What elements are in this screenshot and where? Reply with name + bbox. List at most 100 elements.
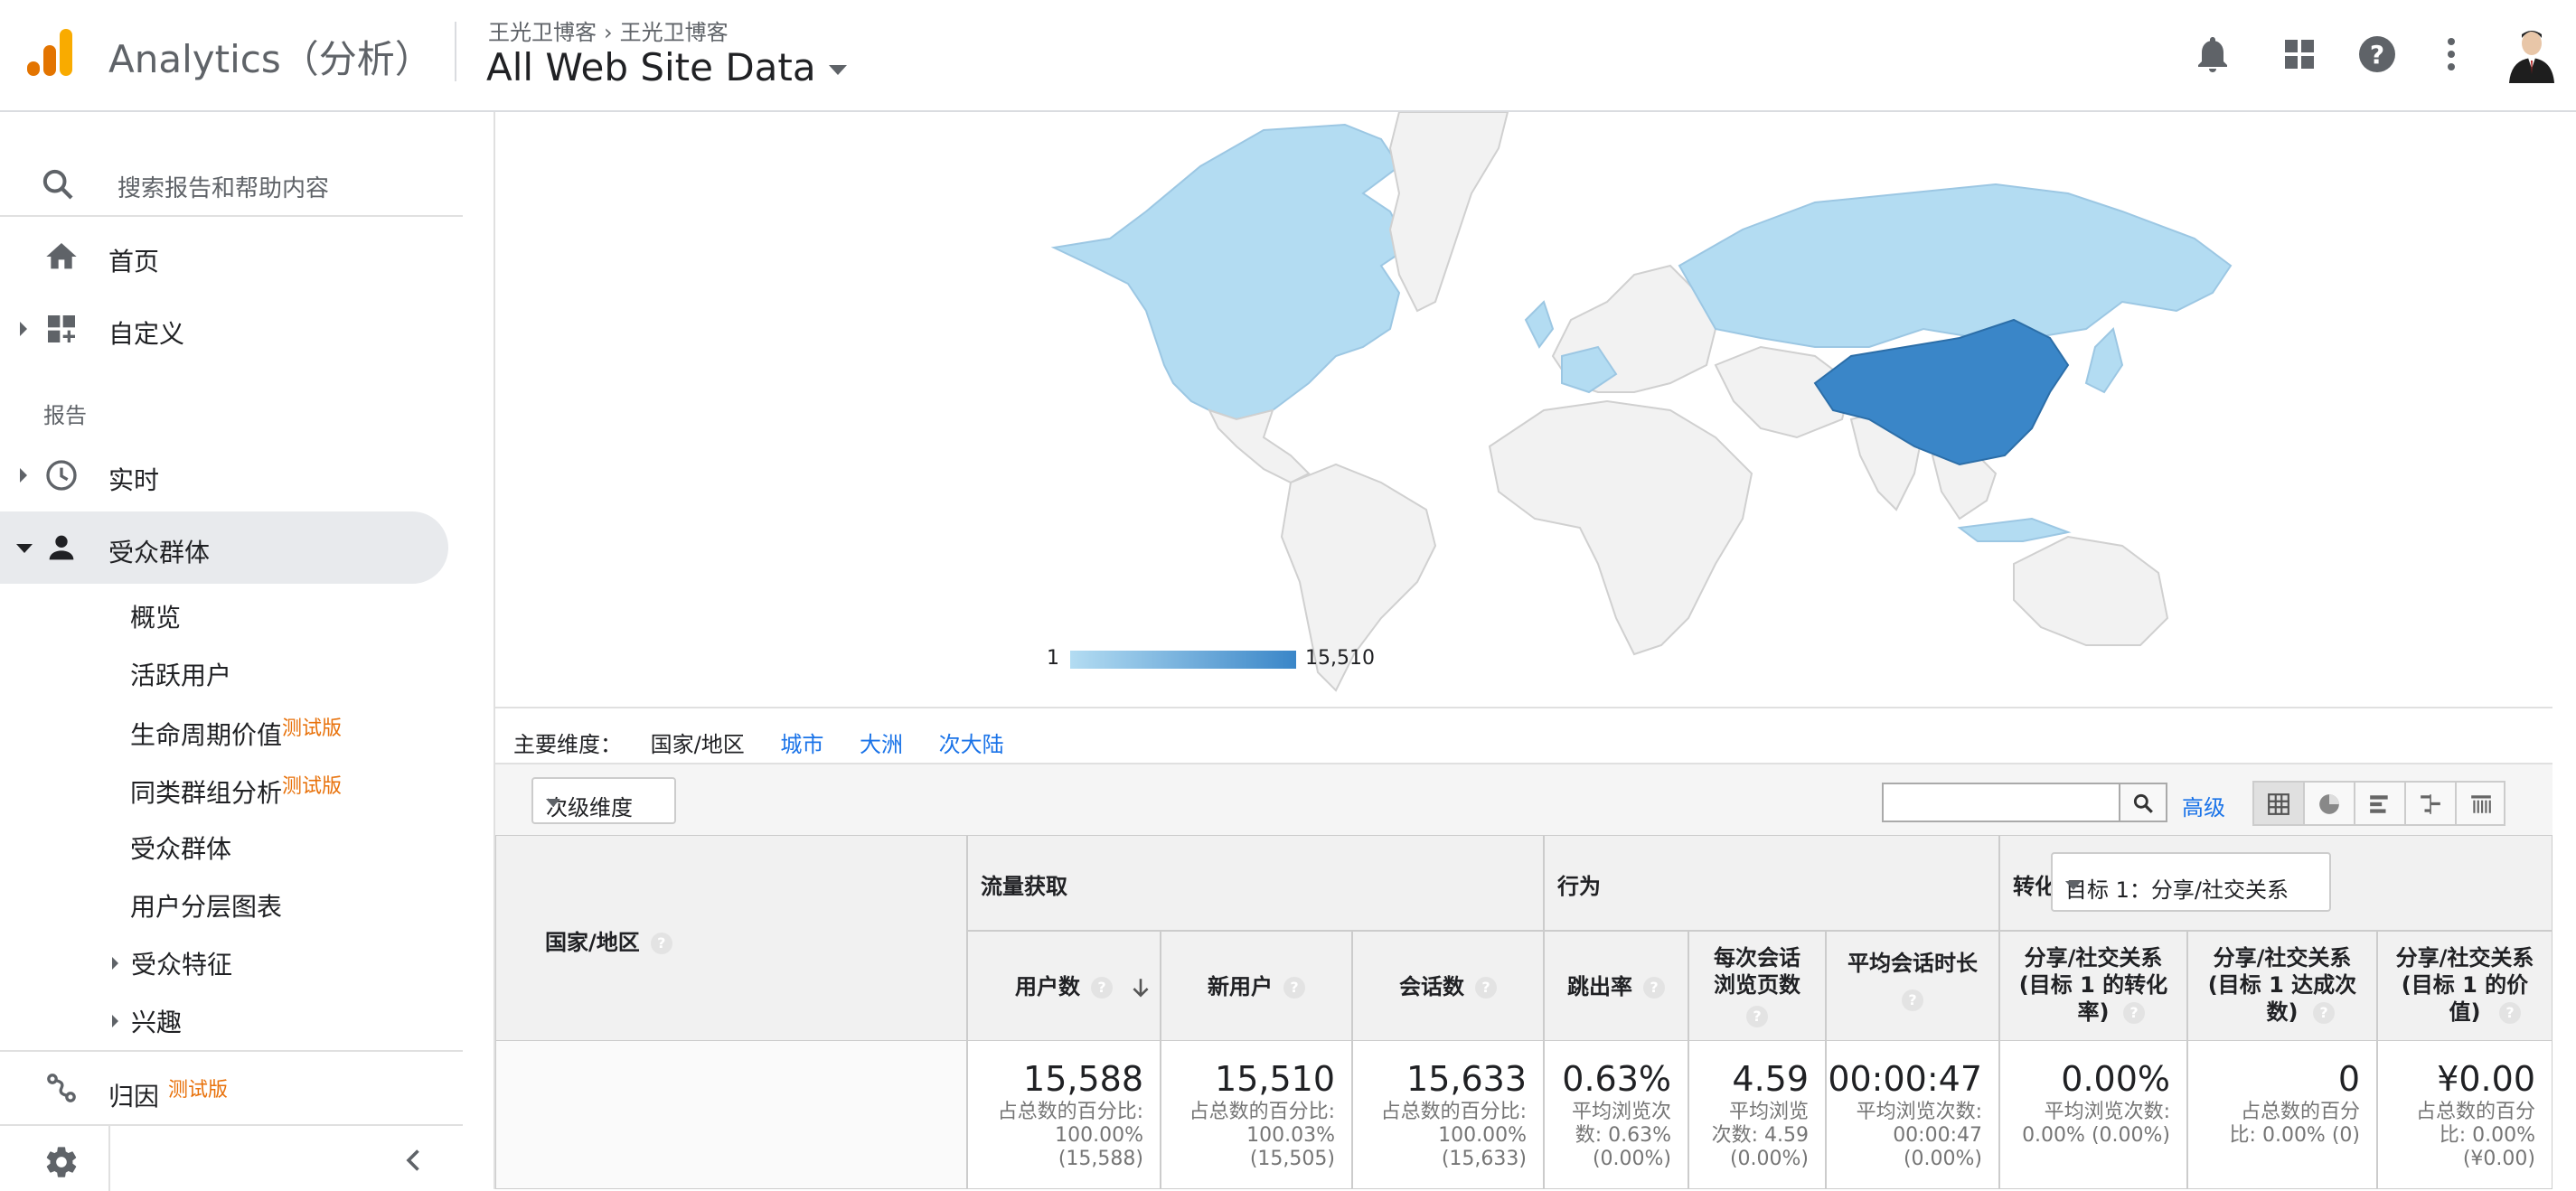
analytics-logo-icon[interactable]: [25, 27, 76, 78]
column-header-label: 国家/地区: [545, 930, 640, 955]
dimension-city[interactable]: 城市: [780, 732, 823, 757]
sort-descending-icon[interactable]: [1129, 975, 1152, 1000]
column-header-goal1-completions[interactable]: 分享/社交关系 (目标 1 达成次 数) ?: [2187, 931, 2377, 1041]
sidebar-subitem-interests[interactable]: 兴趣: [112, 1003, 182, 1039]
user-avatar[interactable]: [2504, 23, 2560, 83]
table-view-button[interactable]: [2252, 781, 2303, 826]
column-header-goal1-conversion-rate[interactable]: 分享/社交关系 (目标 1 的转化 率) ?: [1999, 931, 2187, 1041]
sidebar-subitem-user-explorer[interactable]: 用户分层图表: [130, 887, 282, 924]
map-region-greenland[interactable]: [1388, 112, 1509, 313]
sidebar: 搜索报告和帮助内容 首页 自定义 报告 实时 受众群体 概览 活跃用户 生命周期…: [0, 112, 494, 1191]
comparison-view-button[interactable]: [2404, 781, 2455, 826]
help-icon[interactable]: ?: [1475, 977, 1497, 999]
sidebar-item-attribution[interactable]: 归因 测试版: [0, 1052, 463, 1124]
map-region-australia[interactable]: [2013, 535, 2169, 646]
sidebar-item-customization[interactable]: 自定义: [0, 293, 463, 365]
breadcrumb-property[interactable]: 王光卫博客: [620, 20, 729, 45]
world-map[interactable]: [495, 112, 2552, 708]
help-icon[interactable]: ?: [2313, 1002, 2335, 1024]
gear-icon[interactable]: [43, 1144, 80, 1180]
pivot-table-icon: [2471, 795, 2491, 813]
sidebar-item-home[interactable]: 首页: [0, 220, 463, 293]
caret-down-icon: [546, 799, 560, 807]
caret-down-icon: [2065, 881, 2082, 890]
table-toolbar: 次级维度 高级: [495, 763, 2552, 835]
column-header-country[interactable]: 国家/地区?: [495, 835, 967, 1041]
help-icon[interactable]: ?: [1746, 1006, 1768, 1027]
expand-arrow-icon: [20, 322, 27, 336]
sidebar-subitem-lifetime-value[interactable]: 生命周期价值测试版: [130, 712, 342, 752]
apps-grid-icon[interactable]: [2278, 33, 2321, 76]
help-icon[interactable]: ?: [2123, 1002, 2145, 1024]
column-header-label: 新用户: [1208, 974, 1273, 999]
sidebar-subitem-overview[interactable]: 概览: [130, 598, 181, 634]
more-vert-icon[interactable]: [2430, 33, 2473, 76]
clock-icon: [46, 460, 77, 491]
advanced-filter-link[interactable]: 高级: [2182, 790, 2225, 821]
cell-value: 15,510: [1215, 1059, 1335, 1099]
sidebar-subitem-audiences[interactable]: 受众群体: [130, 830, 231, 866]
cell-value: ¥0.00: [2437, 1059, 2535, 1099]
help-icon[interactable]: ?: [2355, 33, 2399, 76]
top-app-bar: Analytics（分析） 王光卫博客 › 王光卫博客 All Web Site D…: [0, 0, 2576, 112]
group-header-label: 转化: [2013, 874, 2056, 899]
dimension-subcontinent[interactable]: 次大陆: [939, 732, 1004, 757]
map-region-africa[interactable]: [1488, 399, 1753, 656]
help-icon[interactable]: ?: [2499, 1002, 2521, 1024]
map-region-north-america[interactable]: [1050, 123, 1410, 421]
sidebar-item-label: 受众群体: [108, 538, 211, 567]
sidebar-subitem-active-users[interactable]: 活跃用户: [130, 656, 231, 692]
help-icon[interactable]: ?: [1643, 977, 1665, 999]
dimension-continent[interactable]: 大洲: [860, 732, 903, 757]
group-header-conversion: 转化 目标 1：分享/社交关系: [1999, 835, 2552, 931]
secondary-dimension-dropdown[interactable]: 次级维度: [531, 777, 676, 824]
help-icon[interactable]: ?: [1091, 977, 1113, 999]
breadcrumb[interactable]: 王光卫博客 › 王光卫博客: [488, 14, 729, 46]
chevron-right-icon: ›: [604, 20, 613, 45]
attribution-icon: [47, 1074, 76, 1102]
sidebar-subitem-cohort[interactable]: 同类群组分析测试版: [130, 770, 342, 810]
column-header-avg-session-duration[interactable]: 平均会话时长 ?: [1826, 931, 1999, 1041]
primary-dimension-label: 主要维度：: [513, 732, 622, 757]
column-header-pages-per-session[interactable]: 每次会话 浏览页数 ?: [1688, 931, 1826, 1041]
column-header-goal1-value[interactable]: 分享/社交关系 (目标 1 的价 值) ?: [2377, 931, 2552, 1041]
report-search[interactable]: 搜索报告和帮助内容: [0, 130, 463, 217]
table-filter-button[interactable]: [2120, 783, 2167, 822]
help-icon[interactable]: ?: [1902, 989, 1923, 1011]
totals-cell-goal1-completions: 0 占总数的百分 比: 0.00% (0): [2187, 1041, 2377, 1189]
collapse-arrow-icon: [16, 544, 33, 553]
bell-icon[interactable]: [2191, 33, 2234, 76]
map-region-japan[interactable]: [2084, 327, 2124, 394]
dimension-country[interactable]: 国家/地区: [651, 732, 745, 757]
performance-view-button[interactable]: [2354, 781, 2404, 826]
map-region-uk[interactable]: [1524, 300, 1555, 349]
sidebar-item-audience[interactable]: 受众群体: [0, 511, 448, 584]
column-header-bounce-rate[interactable]: 跳出率?: [1544, 931, 1688, 1041]
column-header-users[interactable]: 用户数?: [967, 931, 1161, 1041]
help-icon[interactable]: ?: [1283, 977, 1305, 999]
cell-subtext: 占总数的百分比: 100.00% (15,633): [1380, 1101, 1527, 1170]
geo-map[interactable]: 1 15,510: [495, 112, 2552, 708]
column-header-new-users[interactable]: 新用户?: [1161, 931, 1352, 1041]
sidebar-subitem-demographics[interactable]: 受众特征: [112, 945, 232, 981]
pie-view-button[interactable]: [2303, 781, 2354, 826]
help-icon[interactable]: ?: [650, 933, 672, 954]
collapse-sidebar-icon[interactable]: [398, 1144, 430, 1177]
pivot-view-button[interactable]: [2455, 781, 2505, 826]
view-selector[interactable]: All Web Site Data: [486, 45, 847, 89]
column-header-sessions[interactable]: 会话数?: [1352, 931, 1544, 1041]
column-header-label: 会话数: [1399, 974, 1464, 999]
sidebar-item-realtime[interactable]: 实时: [0, 439, 463, 511]
breadcrumb-account[interactable]: 王光卫博客: [488, 20, 597, 45]
goal-selector-label: 目标 1：分享/社交关系: [2065, 877, 2289, 903]
map-region-central-america[interactable]: [1208, 408, 1311, 484]
totals-row-label-cell: [495, 1041, 967, 1189]
table-filter-input[interactable]: [1882, 783, 2120, 822]
map-region-russia[interactable]: [1678, 183, 2233, 348]
goal-selector-dropdown[interactable]: 目标 1：分享/社交关系: [2051, 852, 2331, 912]
header-divider: [455, 22, 456, 81]
table-grid-icon: [2268, 793, 2289, 815]
map-region-indonesia[interactable]: [1957, 517, 2072, 542]
group-header-acquisition: 流量获取: [967, 835, 1544, 931]
column-header-label: 用户数: [1015, 974, 1080, 999]
